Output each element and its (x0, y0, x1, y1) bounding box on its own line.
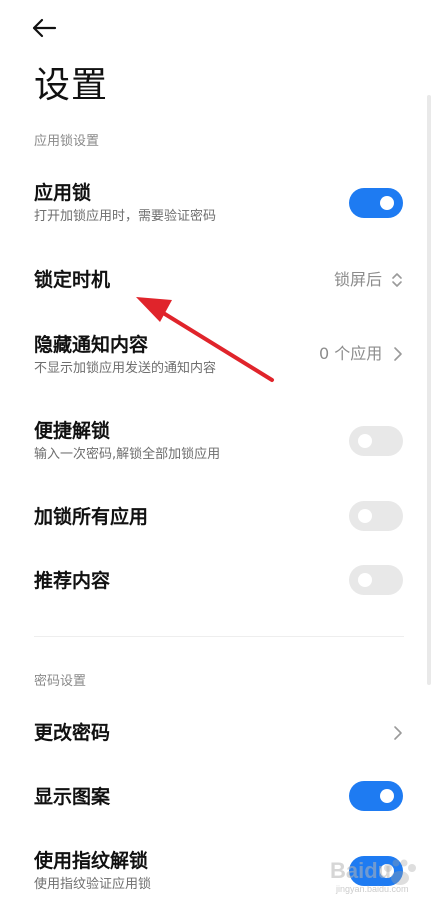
back-button[interactable] (26, 10, 62, 46)
page-title: 设置 (34, 65, 109, 106)
quick-unlock-toggle[interactable] (349, 426, 403, 456)
setting-subtitle: 打开加锁应用时，需要验证密码 (34, 209, 217, 224)
chevron-right-icon (394, 726, 402, 740)
setting-subtitle: 使用指纹验证应用锁 (34, 877, 152, 892)
toggle-knob (380, 196, 394, 210)
setting-title: 隐藏通知内容 (34, 334, 149, 356)
setting-row-lock-all-apps[interactable]: 加锁所有应用 (0, 488, 444, 544)
watermark-logo-text: Baidu (330, 858, 392, 883)
setting-row-app-lock[interactable]: 应用锁 打开加锁应用时，需要验证密码 (0, 172, 444, 236)
toggle-knob (358, 509, 372, 523)
section-divider (34, 636, 404, 637)
app-lock-toggle[interactable] (349, 188, 403, 218)
setting-row-lock-timing[interactable]: 锁定时机 锁屏后 (0, 252, 444, 308)
toggle-knob (380, 789, 394, 803)
toggle-knob (358, 573, 372, 587)
setting-subtitle: 输入一次密码,解锁全部加锁应用 (34, 447, 221, 462)
setting-title: 显示图案 (34, 786, 111, 808)
watermark-url: jingyan.baidu.com (336, 884, 409, 894)
section-header-password: 密码设置 (34, 674, 87, 689)
setting-subtitle: 不显示加锁应用发送的通知内容 (34, 361, 217, 376)
setting-title: 加锁所有应用 (34, 506, 149, 528)
settings-page: 设置 应用锁设置 应用锁 打开加锁应用时，需要验证密码 锁定时机 锁屏后 隐藏通… (0, 0, 444, 903)
lock-timing-value: 锁屏后 (334, 270, 383, 289)
setting-title: 应用锁 (34, 182, 92, 204)
hidden-apps-count: 0 个应用 (319, 344, 383, 363)
chevron-up-down-icon (392, 273, 402, 287)
lock-all-apps-toggle[interactable] (349, 501, 403, 531)
setting-row-change-password[interactable]: 更改密码 (0, 704, 444, 760)
setting-title: 锁定时机 (34, 269, 111, 291)
section-header-app-lock: 应用锁设置 (34, 134, 100, 149)
setting-title: 更改密码 (34, 722, 111, 744)
recommended-content-toggle[interactable] (349, 565, 403, 595)
show-pattern-toggle[interactable] (349, 781, 403, 811)
chevron-right-icon (394, 347, 402, 361)
setting-row-show-pattern[interactable]: 显示图案 (0, 768, 444, 824)
toggle-knob (358, 434, 372, 448)
setting-row-quick-unlock[interactable]: 便捷解锁 输入一次密码,解锁全部加锁应用 (0, 412, 444, 476)
setting-row-hide-notifications[interactable]: 隐藏通知内容 不显示加锁应用发送的通知内容 0 个应用 (0, 328, 444, 392)
setting-title: 推荐内容 (34, 570, 111, 592)
setting-title: 使用指纹解锁 (34, 850, 149, 872)
setting-title: 便捷解锁 (34, 420, 111, 442)
arrow-left-icon (32, 18, 57, 38)
scrollbar[interactable] (427, 95, 431, 685)
setting-row-recommended-content[interactable]: 推荐内容 (0, 552, 444, 608)
